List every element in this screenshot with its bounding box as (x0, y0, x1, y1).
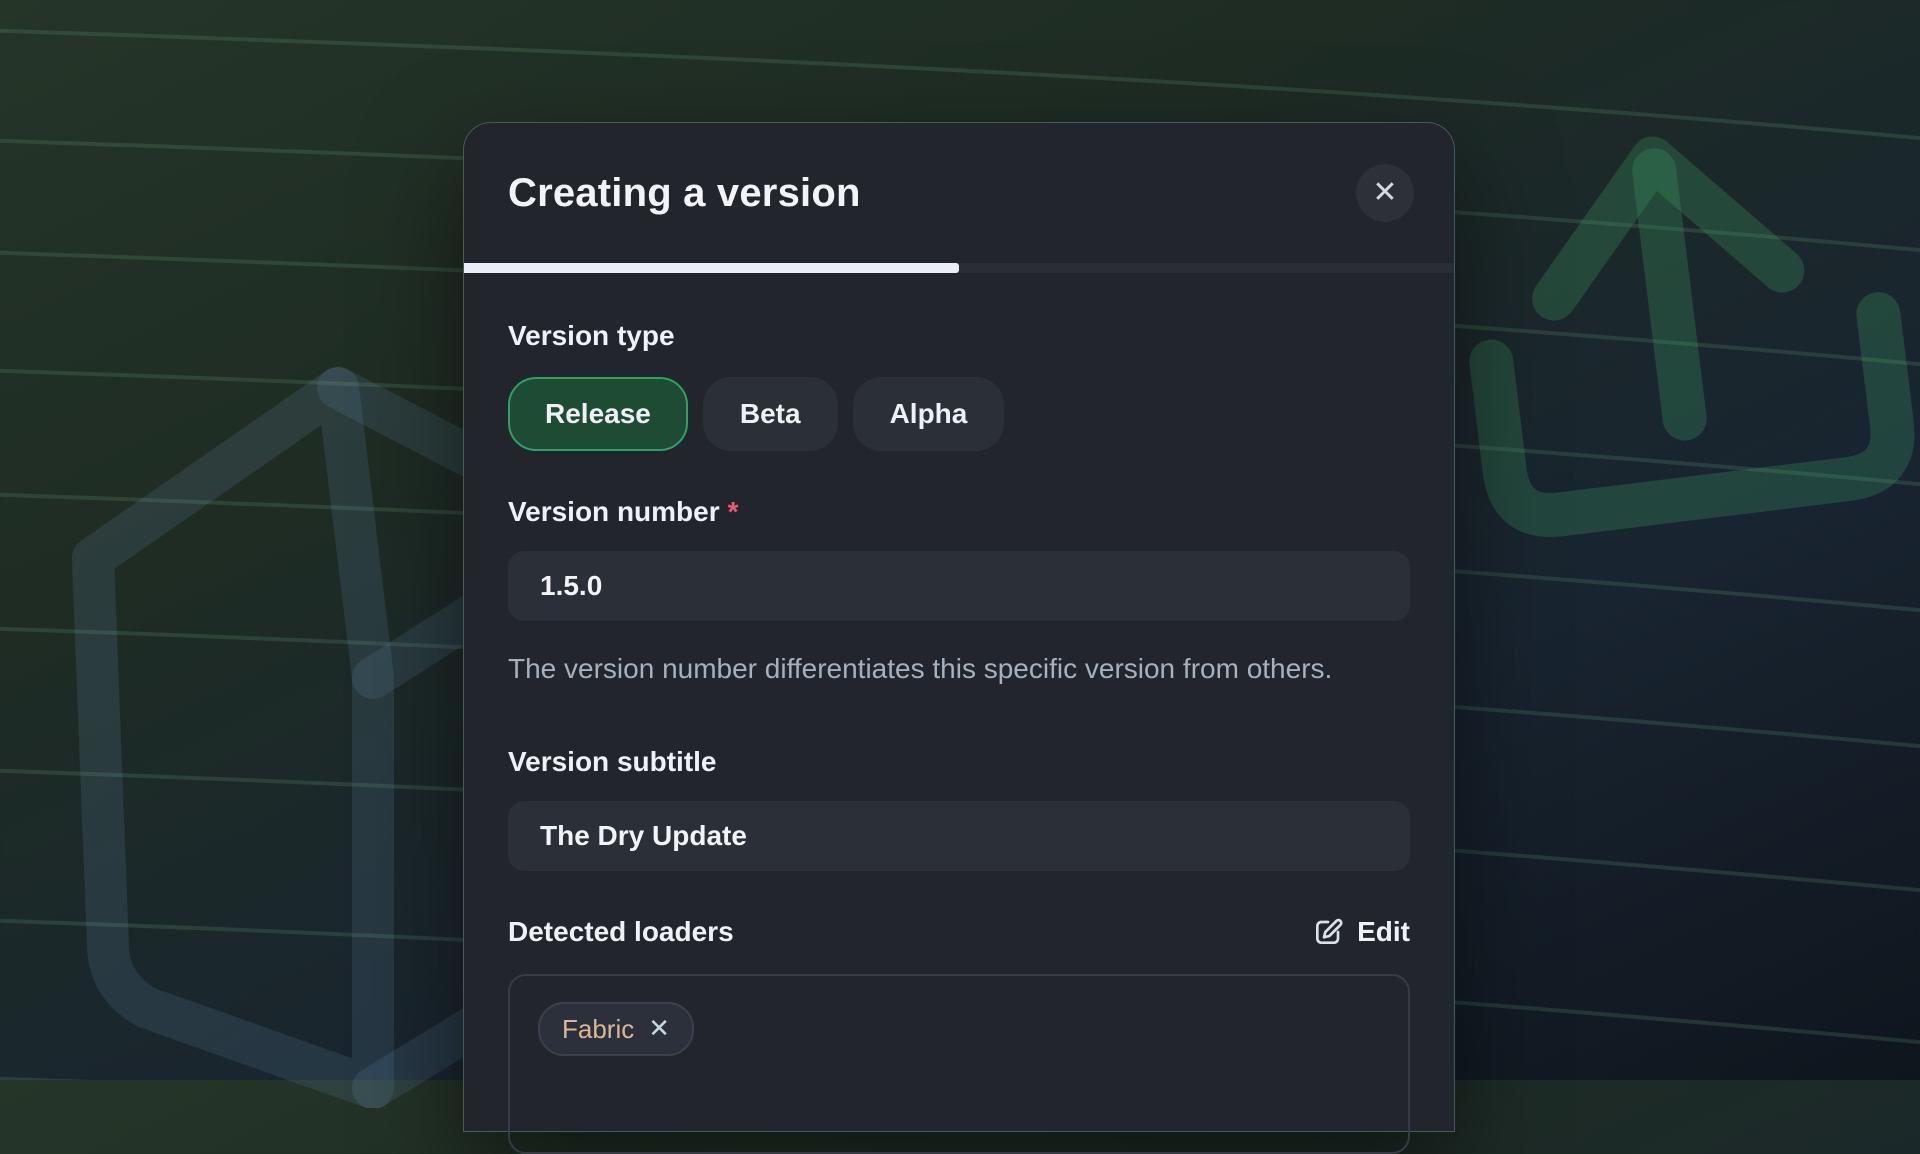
close-button[interactable]: ✕ (1356, 164, 1414, 222)
close-icon: ✕ (1372, 175, 1397, 210)
version-number-label-text: Version number (508, 496, 720, 527)
version-type-label: Version type (508, 319, 1410, 353)
detected-loaders-row: Detected loaders Edit (508, 915, 1410, 949)
version-number-label: Version number * (508, 495, 1410, 529)
version-subtitle-input[interactable] (508, 801, 1410, 871)
remove-x-icon: ✕ (648, 1014, 670, 1044)
loader-chip-fabric: Fabric ✕ (538, 1002, 694, 1056)
version-number-help-text: The version number differentiates this s… (508, 647, 1378, 691)
version-number-input[interactable] (508, 551, 1410, 621)
version-type-beta-button[interactable]: Beta (703, 377, 838, 451)
edit-pencil-icon (1312, 916, 1344, 948)
version-type-options: Release Beta Alpha (508, 377, 1410, 451)
modal-title: Creating a version (508, 171, 861, 216)
modal-header: Creating a version ✕ (464, 123, 1454, 263)
required-asterisk: * (728, 496, 739, 527)
version-type-alpha-button[interactable]: Alpha (853, 377, 1005, 451)
package-cube-icon (28, 348, 478, 1108)
loader-chip-label: Fabric (562, 1014, 634, 1045)
progress-bar-fill (464, 263, 959, 273)
page-background: { "background": { "decorations": ["curve… (0, 0, 1920, 1080)
detected-loaders-label: Detected loaders (508, 915, 734, 949)
edit-loaders-button[interactable]: Edit (1312, 916, 1410, 948)
loader-chip-remove-button[interactable]: ✕ (648, 1016, 670, 1042)
modal-content: Version type Release Beta Alpha Version … (464, 319, 1454, 1154)
creating-version-modal: Creating a version ✕ Version type Releas… (463, 122, 1455, 1132)
edit-button-label: Edit (1357, 916, 1410, 948)
upload-arrow-icon (1431, 62, 1920, 583)
version-subtitle-label: Version subtitle (508, 745, 1410, 779)
progress-bar-track (464, 263, 1454, 273)
version-type-release-button[interactable]: Release (508, 377, 688, 451)
detected-loaders-box: Fabric ✕ (508, 974, 1410, 1154)
